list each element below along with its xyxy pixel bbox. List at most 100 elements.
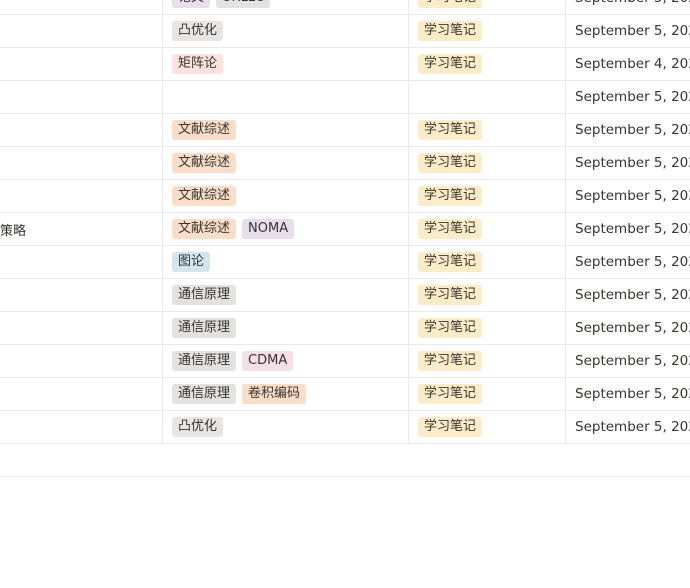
tags-cell[interactable]: 通信原理 卷积编码	[162, 378, 409, 410]
name-cell[interactable]	[0, 378, 162, 410]
tag-badge: 文献综述	[172, 219, 237, 239]
tags-cell[interactable]: 矩阵论	[162, 48, 409, 80]
tag-badge: 凸优化	[172, 417, 224, 437]
date-cell[interactable]: September 5, 2022	[565, 147, 690, 179]
name-cell[interactable]	[0, 180, 162, 212]
date-cell[interactable]: September 5, 2022	[565, 81, 690, 113]
table-row[interactable]: 通信原理卷积编码学习笔记September 5, 2022	[0, 378, 690, 411]
type-badge: 学习笔记	[418, 285, 483, 305]
name-cell[interactable]	[0, 0, 162, 14]
name-cell[interactable]	[0, 147, 162, 179]
name-cell[interactable]	[0, 411, 162, 443]
table-row[interactable]: 文献综述 学习笔记 September 5, 2022	[0, 180, 690, 213]
table-row[interactable]: 策略文献综述NOMA 学习笔记 September 5, 2022	[0, 213, 690, 246]
name-cell[interactable]	[0, 312, 162, 344]
type-cell[interactable]: 学习笔记	[408, 411, 566, 443]
tags-cell[interactable]: 通信原理	[162, 279, 409, 311]
name-cell[interactable]	[0, 246, 162, 278]
type-cell[interactable]: 学习笔记	[408, 279, 566, 311]
date-cell[interactable]: September 5, 2022	[565, 180, 690, 212]
type-cell[interactable]: 学习笔记	[408, 180, 566, 212]
type-cell[interactable]: 学习笔记	[408, 48, 566, 80]
name-cell[interactable]	[0, 15, 162, 47]
tag-badge: 卷积编码	[242, 384, 307, 404]
date-cell[interactable]: September 5, 2022	[565, 213, 690, 245]
table-row[interactable]: 论文 URLLC 学习笔记 September 5, 2022	[0, 0, 690, 15]
type-badge: 学习笔记	[418, 120, 483, 140]
tag-badge: CDMA	[242, 351, 294, 371]
date-cell[interactable]: September 5, 2022	[565, 345, 690, 377]
type-cell[interactable]: 学习笔记	[408, 147, 566, 179]
tag-badge: NOMA	[242, 219, 295, 239]
tag-badge: 矩阵论	[172, 54, 224, 74]
table-row[interactable]: 矩阵论 学习笔记 September 4, 2022	[0, 48, 690, 81]
type-badge: 学习笔记	[418, 153, 483, 173]
tags-cell[interactable]: 文献综述	[162, 114, 409, 146]
tags-cell[interactable]: 图论	[162, 246, 409, 278]
tags-cell[interactable]: 通信原理	[162, 312, 409, 344]
tag-badge: 通信原理	[172, 384, 237, 404]
type-badge: 学习笔记	[418, 384, 483, 404]
name-cell[interactable]	[0, 81, 162, 113]
name-cell[interactable]	[0, 48, 162, 80]
tag-badge: 通信原理	[172, 351, 237, 371]
type-cell[interactable]: 学习笔记	[408, 312, 566, 344]
type-cell[interactable]: 学习笔记	[408, 345, 566, 377]
tag-badge: 凸优化	[172, 21, 224, 41]
tag-badge: 文献综述	[172, 120, 237, 140]
tag-badge: 论文	[172, 0, 211, 8]
date-cell[interactable]: September 5, 2022	[565, 279, 690, 311]
date-cell[interactable]: September 5, 2022	[565, 246, 690, 278]
table-row[interactable]: 通信原理 学习笔记 September 5, 2022	[0, 312, 690, 345]
type-cell[interactable]: 学习笔记	[408, 114, 566, 146]
type-badge: 学习笔记	[418, 21, 483, 41]
type-cell[interactable]	[408, 81, 566, 113]
tags-cell[interactable]: 凸优化	[162, 15, 409, 47]
date-cell[interactable]: September 5, 2022	[565, 312, 690, 344]
tag-badge: 通信原理	[172, 318, 237, 338]
table-row[interactable]: 文献综述 学习笔记 September 5, 2022	[0, 147, 690, 180]
tags-cell[interactable]: 文献综述	[162, 180, 409, 212]
type-badge: 学习笔记	[418, 0, 483, 8]
tag-badge: 图论	[172, 252, 211, 272]
tag-badge: 文献综述	[172, 153, 237, 173]
table-row[interactable]: 凸优化 学习笔记 September 5, 2022	[0, 411, 690, 444]
tags-cell[interactable]: 文献综述	[162, 147, 409, 179]
name-cell[interactable]	[0, 279, 162, 311]
tags-cell[interactable]: 通信原理 CDMA	[162, 345, 409, 377]
type-badge: 学习笔记	[418, 318, 483, 338]
date-cell[interactable]: September 5, 2022	[565, 114, 690, 146]
tags-cell[interactable]: 文献综述 NOMA	[162, 213, 409, 245]
date-cell[interactable]: September 5, 2022	[565, 411, 690, 443]
table-row[interactable]: 凸优化 学习笔记 September 5, 2022	[0, 15, 690, 48]
date-cell[interactable]: September 5, 2022	[565, 378, 690, 410]
type-cell[interactable]: 学习笔记	[408, 213, 566, 245]
table-row[interactable]: 图论 学习笔记 September 5, 2022	[0, 246, 690, 279]
tags-cell[interactable]	[162, 81, 409, 113]
type-cell[interactable]: 学习笔记	[408, 0, 566, 14]
type-cell[interactable]: 学习笔记	[408, 15, 566, 47]
date-cell[interactable]: September 5, 2022	[565, 0, 690, 14]
table-row[interactable]: September 5, 2022	[0, 81, 690, 114]
type-cell[interactable]: 学习笔记	[408, 378, 566, 410]
type-cell[interactable]: 学习笔记	[408, 246, 566, 278]
type-badge: 学习笔记	[418, 351, 483, 371]
name-cell[interactable]	[0, 114, 162, 146]
type-badge: 学习笔记	[418, 252, 483, 272]
table-row[interactable]: 通信原理CDMA 学习笔记 September 5, 2022	[0, 345, 690, 378]
tag-badge: 文献综述	[172, 186, 237, 206]
tag-badge: 通信原理	[172, 285, 237, 305]
date-cell[interactable]: September 4, 2022	[565, 48, 690, 80]
date-cell[interactable]: September 5, 2022	[565, 15, 690, 47]
table-row[interactable]: 通信原理 学习笔记 September 5, 2022	[0, 279, 690, 312]
table-row[interactable]: 文献综述 学习笔记 September 5, 2022	[0, 114, 690, 147]
tags-cell[interactable]: 凸优化	[162, 411, 409, 443]
name-cell[interactable]	[0, 345, 162, 377]
type-badge: 学习笔记	[418, 54, 483, 74]
type-badge: 学习笔记	[418, 186, 483, 206]
new-row-area[interactable]	[0, 444, 690, 477]
tags-cell[interactable]: 论文 URLLC	[162, 0, 409, 14]
name-cell[interactable]: 策略	[0, 213, 162, 245]
type-badge: 学习笔记	[418, 417, 483, 437]
type-badge: 学习笔记	[418, 219, 483, 239]
